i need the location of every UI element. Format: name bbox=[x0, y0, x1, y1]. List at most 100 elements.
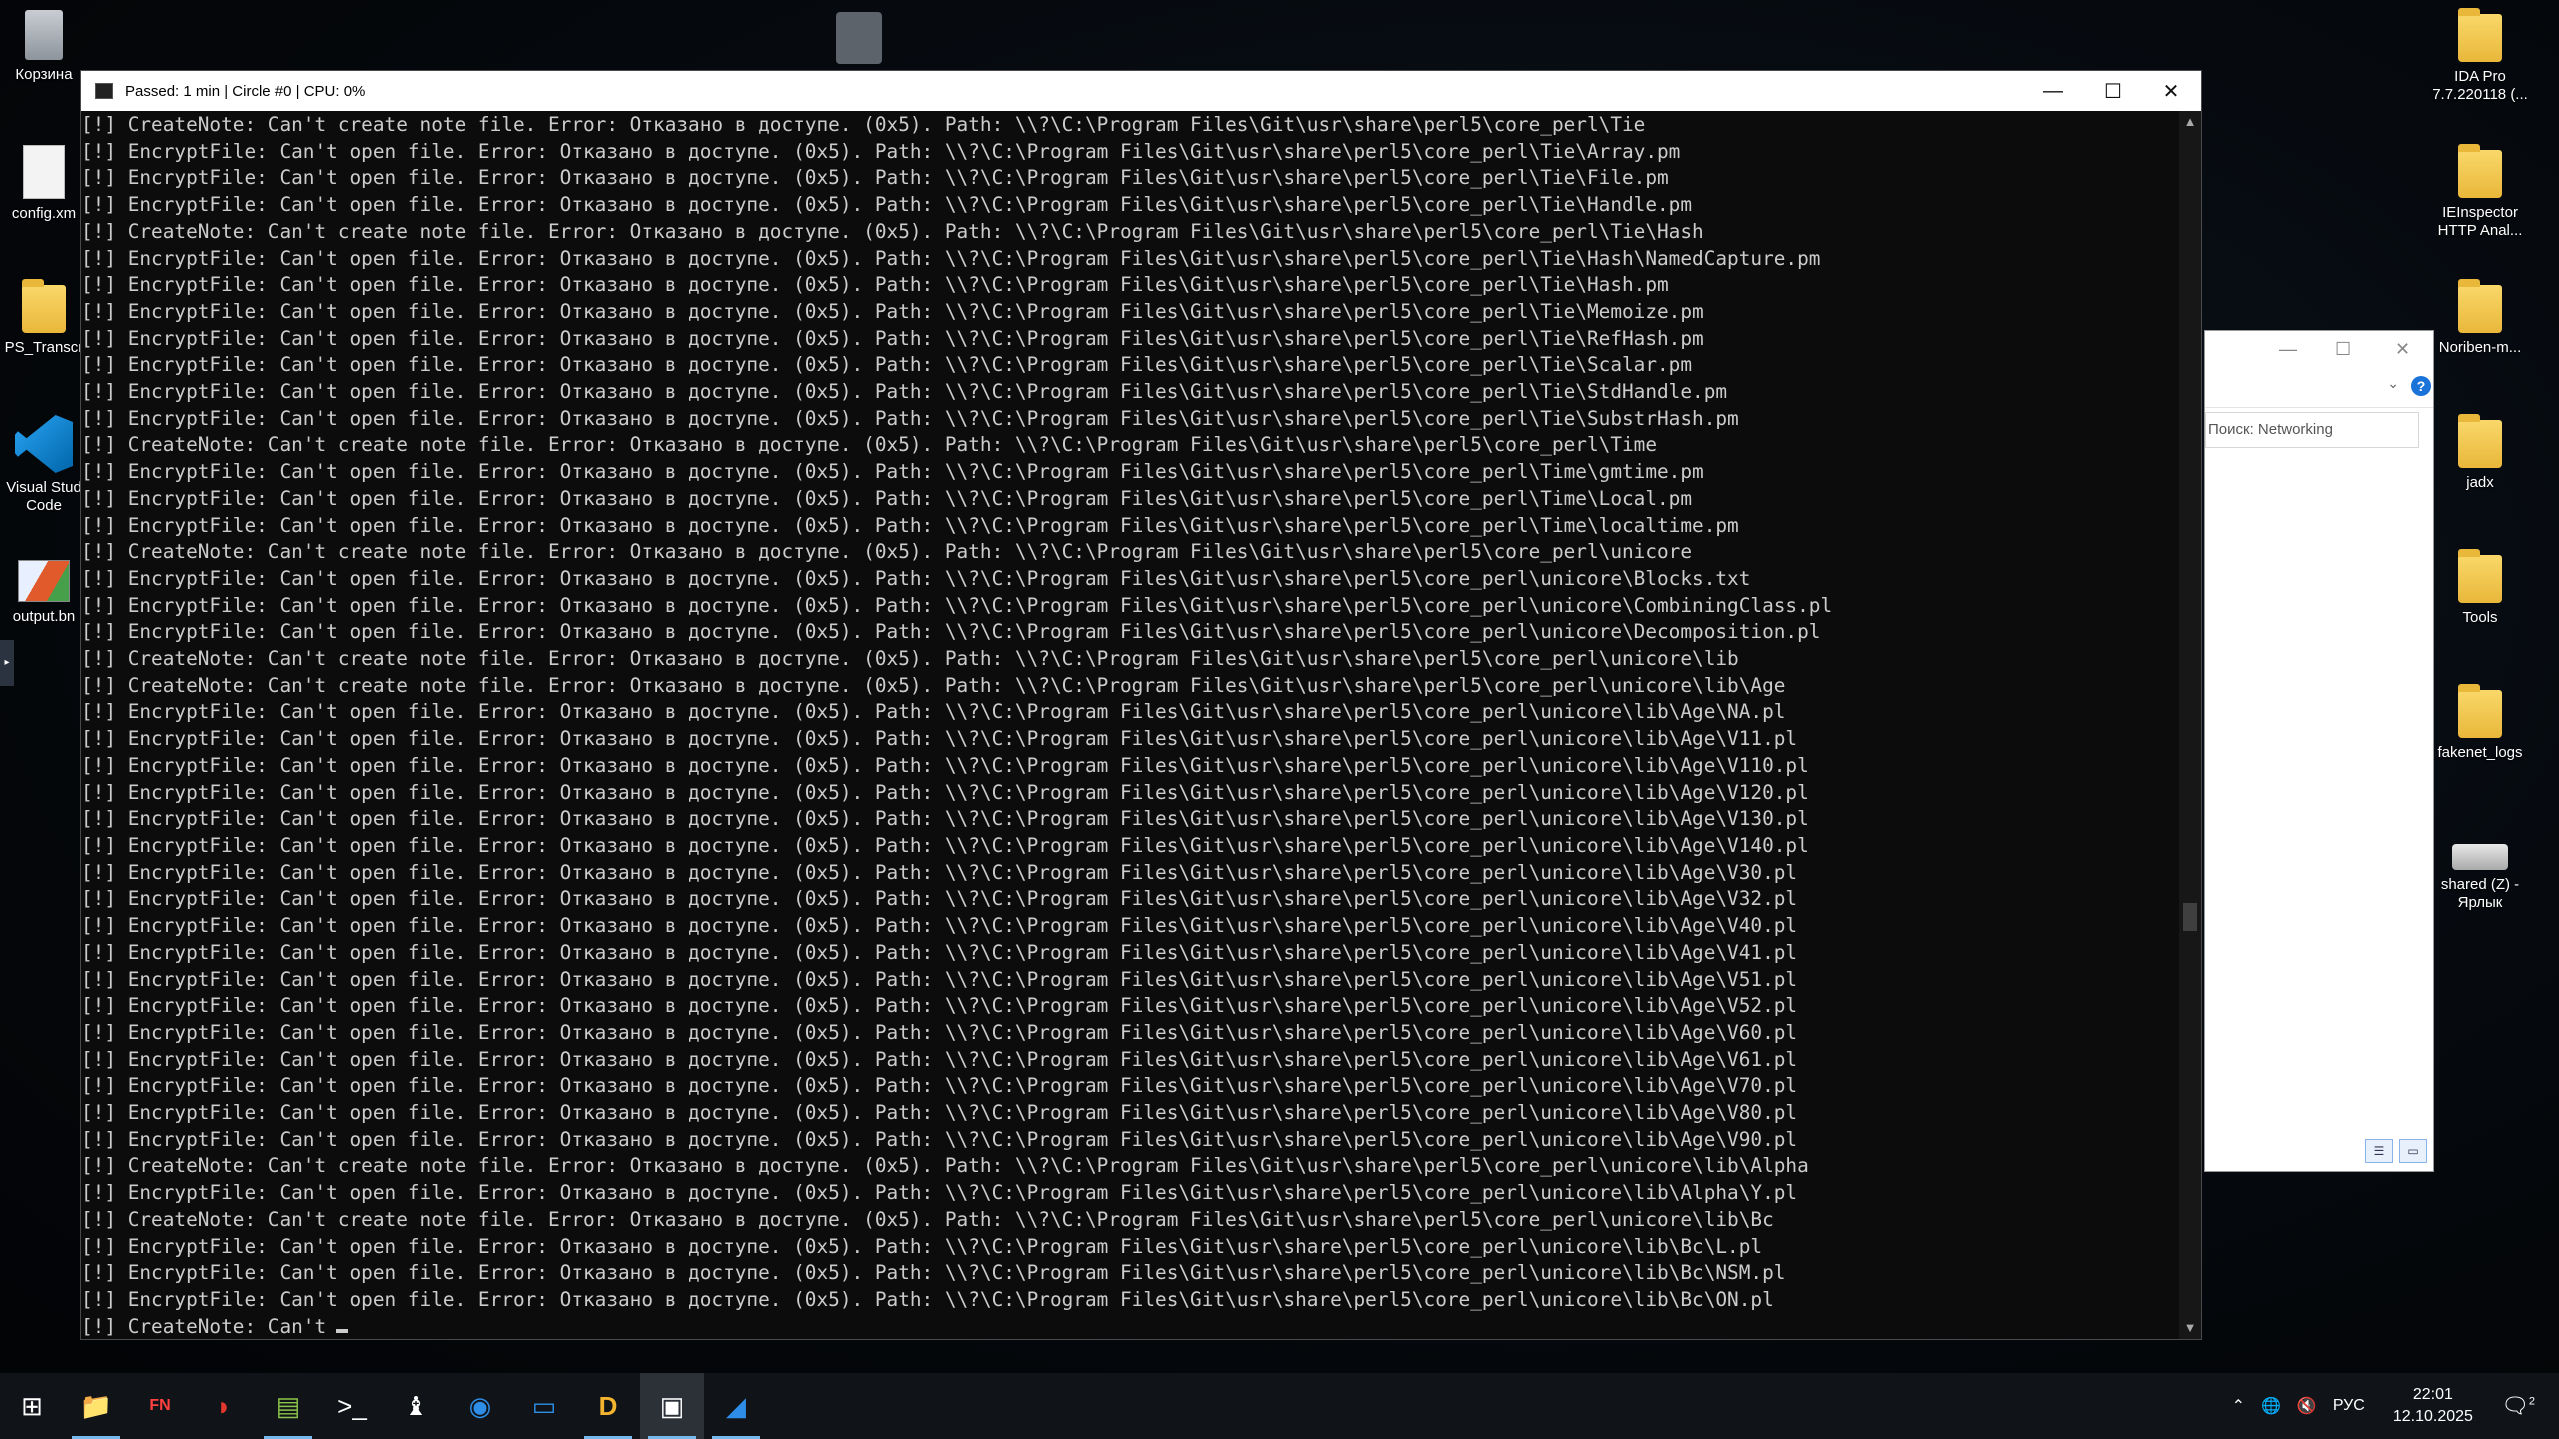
explorer-window[interactable]: — ☐ ✕ ⌄ ? Поиск: Networking ☰ ▭ bbox=[2204, 330, 2434, 1172]
terminal-icon[interactable]: >_ bbox=[320, 1373, 384, 1439]
desktop-icon-ida-pro[interactable]: IDA Pro 7.7.220118 (... bbox=[2424, 8, 2536, 104]
desktop-icon-label: jadx bbox=[2466, 474, 2494, 491]
console-output[interactable]: [!] CreateNote: Can't create note file. … bbox=[81, 111, 2179, 1339]
explorer-titlebar: — ☐ ✕ bbox=[2205, 331, 2433, 371]
help-icon[interactable]: ? bbox=[2411, 376, 2431, 396]
fakenet-icon[interactable]: FN bbox=[128, 1373, 192, 1439]
folder-icon bbox=[2458, 279, 2502, 333]
file-explorer-icon[interactable]: 📁 bbox=[64, 1373, 128, 1439]
wireshark-icon[interactable]: ◢ bbox=[704, 1373, 768, 1439]
maximize-icon[interactable]: ☐ bbox=[2335, 339, 2351, 360]
console-line: [!] EncryptFile: Can't open file. Error:… bbox=[81, 727, 1798, 751]
chess-piece-icon[interactable]: ♝ bbox=[384, 1373, 448, 1439]
gear-app-icon[interactable] bbox=[836, 12, 882, 64]
close-button[interactable]: ✕ bbox=[2141, 71, 2201, 111]
console-line: [!] EncryptFile: Can't open file. Error:… bbox=[81, 193, 1693, 217]
minimize-button[interactable]: — bbox=[2023, 71, 2083, 111]
volume-muted-icon[interactable]: 🔇 bbox=[2297, 1396, 2317, 1416]
desktop-icon-fakenet-logs[interactable]: fakenet_logs bbox=[2424, 684, 2536, 762]
console-line: [!] EncryptFile: Can't open file. Error:… bbox=[81, 1101, 1798, 1125]
console-line: [!] EncryptFile: Can't open file. Error:… bbox=[81, 807, 1809, 831]
desktop-icon-label: Корзина bbox=[15, 66, 73, 83]
desktop-icon-tools[interactable]: Tools bbox=[2424, 549, 2536, 627]
scroll-thumb[interactable] bbox=[2183, 903, 2197, 931]
notification-count: 2 bbox=[2528, 1395, 2535, 1408]
large-icons-view-icon[interactable]: ▭ bbox=[2399, 1139, 2427, 1163]
console-line: [!] EncryptFile: Can't open file. Error:… bbox=[81, 1074, 1798, 1098]
desktop-icon-shared-drive[interactable]: shared (Z) - Ярлык bbox=[2424, 830, 2536, 912]
clock-date: 12.10.2025 bbox=[2392, 1408, 2473, 1425]
console-line: [!] EncryptFile: Can't open file. Error:… bbox=[81, 299, 1704, 323]
console-line: [!] CreateNote: Can't create note file. … bbox=[81, 219, 1704, 243]
console-line: [!] EncryptFile: Can't open file. Error:… bbox=[81, 406, 1739, 430]
show-hidden-icons-icon[interactable]: ⌃ bbox=[2232, 1396, 2245, 1416]
monitor-app-icon[interactable]: ◉ bbox=[448, 1373, 512, 1439]
console-line: [!] EncryptFile: Can't open file. Error:… bbox=[81, 753, 1809, 777]
folder-icon bbox=[2458, 144, 2502, 198]
console-line: [!] EncryptFile: Can't open file. Error:… bbox=[81, 1287, 1774, 1311]
console-line: [!] EncryptFile: Can't open file. Error:… bbox=[81, 1020, 1798, 1044]
console-line: [!] EncryptFile: Can't open file. Error:… bbox=[81, 486, 1693, 510]
console-line: [!] EncryptFile: Can't open file. Error:… bbox=[81, 273, 1669, 297]
console-line: [!] CreateNote: Can't create note file. … bbox=[81, 113, 1646, 136]
view-switcher: ☰ ▭ bbox=[2365, 1139, 2427, 1163]
console-line: [!] EncryptFile: Can't open file. Error:… bbox=[81, 1047, 1798, 1071]
console-line: [!] CreateNote: Can't create note file. … bbox=[81, 1154, 1809, 1178]
window-title: Passed: 1 min | Circle #0 | CPU: 0% bbox=[125, 82, 366, 100]
console-titlebar[interactable]: Passed: 1 min | Circle #0 | CPU: 0% — ☐ … bbox=[81, 71, 2201, 111]
console-window[interactable]: Passed: 1 min | Circle #0 | CPU: 0% — ☐ … bbox=[80, 70, 2202, 1340]
console-app-icon bbox=[95, 83, 113, 99]
desktop-icon-noriben[interactable]: Noriben-m... bbox=[2424, 279, 2536, 357]
network-app-icon[interactable]: ▭ bbox=[512, 1373, 576, 1439]
console-icon[interactable]: ▣ bbox=[640, 1373, 704, 1439]
maximize-button[interactable]: ☐ bbox=[2083, 71, 2143, 111]
folder-icon bbox=[2458, 8, 2502, 62]
desktop-icon-label: PS_Transcr bbox=[4, 339, 84, 356]
notifications-icon[interactable]: 🗨2 bbox=[2501, 1393, 2535, 1419]
notepad-icon[interactable]: ▤ bbox=[256, 1373, 320, 1439]
side-handle[interactable]: ▸ bbox=[0, 640, 14, 686]
console-line: [!] EncryptFile: Can't open file. Error:… bbox=[81, 166, 1669, 190]
chevron-down-icon[interactable]: ⌄ bbox=[2387, 375, 2399, 392]
desktop-icon-label: Noriben-m... bbox=[2438, 339, 2522, 356]
search-input[interactable]: Поиск: Networking bbox=[2205, 412, 2419, 448]
console-line: [!] EncryptFile: Can't open file. Error:… bbox=[81, 914, 1798, 938]
console-line: [!] EncryptFile: Can't open file. Error:… bbox=[81, 833, 1809, 857]
console-line: [!] EncryptFile: Can't open file. Error:… bbox=[81, 566, 1751, 590]
red-app-icon[interactable]: ◗ bbox=[192, 1373, 256, 1439]
scroll-up-arrow-icon[interactable]: ▲ bbox=[2179, 111, 2201, 133]
desktop-icon-label: config.xm bbox=[11, 205, 77, 222]
console-line-text: [!] CreateNote: Can't bbox=[81, 1314, 327, 1338]
system-tray: ⌃ 🌐 🔇 РУС 22:01 12.10.2025 🗨2 bbox=[2224, 1373, 2559, 1439]
recycle-bin-icon bbox=[25, 10, 63, 60]
console-line: [!] EncryptFile: Can't open file. Error:… bbox=[81, 139, 1681, 163]
folder-icon bbox=[2458, 414, 2502, 468]
console-line: [!] EncryptFile: Can't open file. Error:… bbox=[81, 1127, 1798, 1151]
debugger-icon[interactable]: D bbox=[576, 1373, 640, 1439]
scroll-down-arrow-icon[interactable]: ▼ bbox=[2179, 1317, 2201, 1339]
console-line: [!] EncryptFile: Can't open file. Error:… bbox=[81, 940, 1798, 964]
text-cursor bbox=[336, 1328, 349, 1333]
console-line: [!] EncryptFile: Can't open file. Error:… bbox=[81, 887, 1798, 911]
details-view-icon[interactable]: ☰ bbox=[2365, 1139, 2393, 1163]
minimize-icon[interactable]: — bbox=[2279, 339, 2297, 360]
console-line: [!] EncryptFile: Can't open file. Error:… bbox=[81, 380, 1728, 404]
console-line: [!] EncryptFile: Can't open file. Error:… bbox=[81, 1181, 1798, 1205]
console-line: [!] EncryptFile: Can't open file. Error:… bbox=[81, 353, 1693, 377]
network-drive-icon bbox=[2452, 844, 2508, 870]
network-icon[interactable]: 🌐 bbox=[2261, 1396, 2281, 1416]
console-line: [!] EncryptFile: Can't open file. Error:… bbox=[81, 620, 1821, 644]
desktop-icon-label: Tools bbox=[2462, 609, 2498, 626]
console-line: [!] EncryptFile: Can't open file. Error:… bbox=[81, 1234, 1763, 1258]
console-line: [!] EncryptFile: Can't open file. Error:… bbox=[81, 780, 1809, 804]
vertical-scrollbar[interactable]: ▲ ▼ bbox=[2179, 111, 2201, 1339]
desktop-icon-jadx[interactable]: jadx bbox=[2424, 414, 2536, 492]
desktop-icon-ieinspector[interactable]: IEInspector HTTP Anal... bbox=[2424, 144, 2536, 240]
bitmap-file-icon bbox=[18, 560, 70, 602]
windows-start-icon[interactable]: ⊞ bbox=[0, 1373, 64, 1439]
desktop-icon-label: IEInspector HTTP Anal... bbox=[2437, 204, 2523, 239]
folder-icon bbox=[2458, 549, 2502, 603]
clock[interactable]: 22:01 12.10.2025 bbox=[2393, 1384, 2473, 1428]
language-indicator[interactable]: РУС bbox=[2333, 1397, 2365, 1415]
close-icon[interactable]: ✕ bbox=[2395, 339, 2410, 360]
